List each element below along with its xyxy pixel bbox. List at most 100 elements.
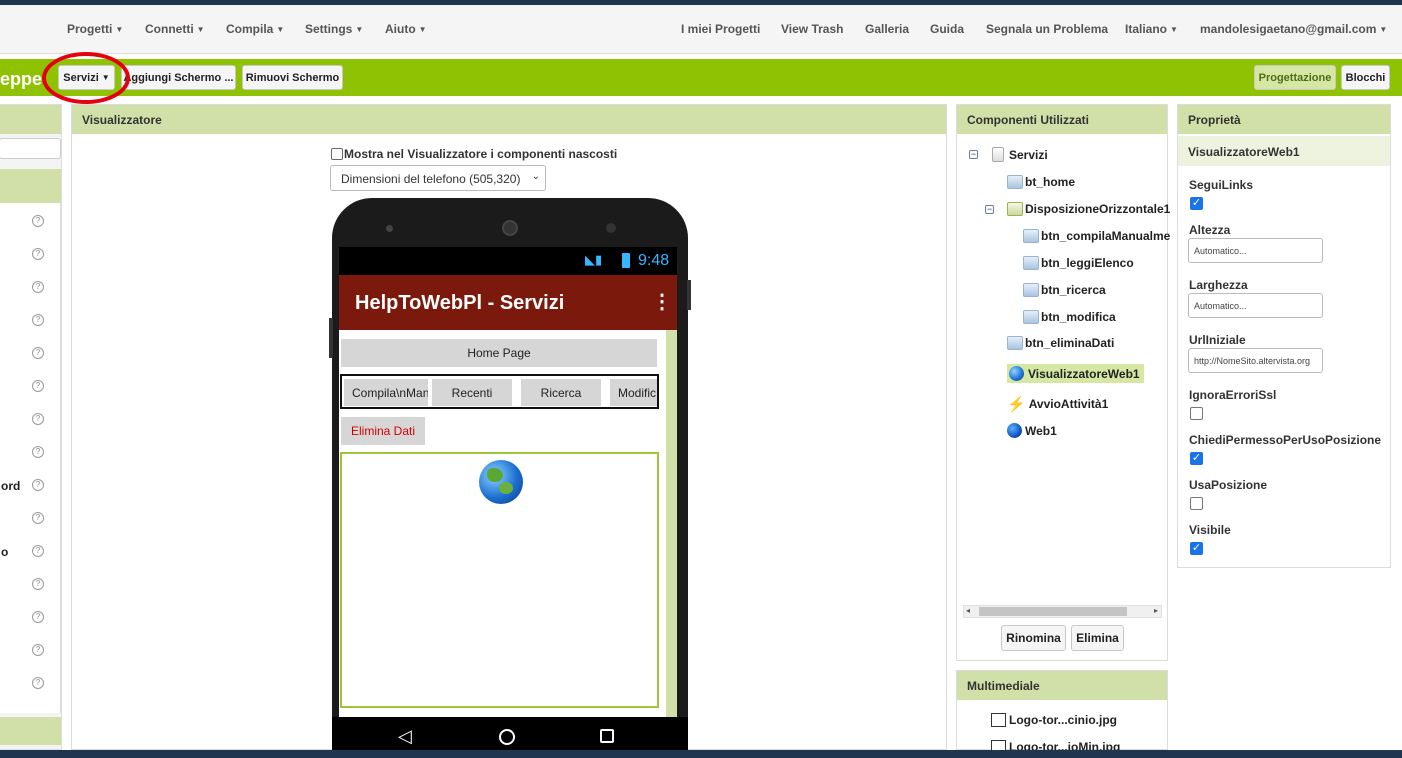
help-icon[interactable]: ? (32, 413, 44, 425)
help-icon[interactable]: ? (32, 677, 44, 689)
palette-item[interactable]: ? (0, 378, 57, 398)
help-icon[interactable]: ? (32, 545, 44, 557)
help-icon[interactable]: ? (32, 248, 44, 260)
menu-aiuto[interactable]: Aiuto ▼ (385, 22, 427, 36)
scroll-left-icon[interactable]: ◂ (966, 606, 970, 615)
collapse-icon[interactable]: − (969, 150, 978, 159)
btn-compila-button[interactable]: Compila\nManu (344, 379, 428, 406)
help-icon[interactable]: ? (32, 578, 44, 590)
tree-item-webviewer-selected[interactable]: VisualizzatoreWeb1 (1007, 364, 1144, 383)
palette-item[interactable]: ? (0, 312, 57, 332)
recents-icon[interactable] (600, 729, 614, 743)
menu-progetti[interactable]: Progetti ▼ (67, 22, 123, 36)
btn-ricerca-button[interactable]: Ricerca (521, 379, 601, 406)
ignore-ssl-checkbox[interactable] (1190, 407, 1203, 420)
link-gallery[interactable]: Galleria (865, 22, 909, 36)
blocks-button[interactable]: Blocchi (1341, 65, 1390, 90)
language-label: Italiano (1125, 22, 1168, 36)
help-icon[interactable]: ? (32, 215, 44, 227)
link-view-trash[interactable]: View Trash (781, 22, 843, 36)
palette-item[interactable]: ? (0, 675, 57, 695)
visible-checkbox[interactable]: ✓ (1190, 542, 1203, 555)
language-menu[interactable]: Italiano ▼ (1125, 22, 1178, 36)
delete-button[interactable]: Elimina (1071, 625, 1124, 651)
sensor-icon (606, 223, 616, 233)
palette-item[interactable]: o? (0, 543, 57, 563)
palette-item[interactable]: ? (0, 444, 57, 464)
media-item[interactable]: Logo-tor...cinio.jpg (991, 713, 1117, 727)
show-hidden-checkbox[interactable] (331, 148, 343, 160)
palette-item[interactable]: ? (0, 411, 57, 431)
palette-item[interactable]: ? (0, 246, 57, 266)
phone-size-value: Dimensioni del telefono (505,320) (341, 172, 521, 186)
tree-item-web1[interactable]: Web1 (1007, 423, 1057, 438)
add-screen-button[interactable]: Aggiungi Schermo ... (121, 65, 236, 90)
components-scrollbar[interactable]: ◂ ▸ (963, 605, 1162, 618)
webviewer-icon (1009, 366, 1024, 381)
prompt-location-checkbox[interactable]: ✓ (1190, 452, 1203, 465)
help-icon[interactable]: ? (32, 314, 44, 326)
btn-elimina-dati-button[interactable]: Elimina Dati (341, 417, 425, 445)
palette-item[interactable]: ord? (0, 477, 57, 497)
palette-category-header[interactable] (0, 717, 61, 745)
follow-links-checkbox[interactable]: ✓ (1190, 197, 1203, 210)
globe-icon (479, 460, 523, 504)
link-report-problem[interactable]: Segnala un Problema (986, 22, 1108, 36)
show-hidden-label: Mostra nel Visualizzatore i componenti n… (344, 147, 618, 161)
scrollbar-thumb[interactable] (979, 607, 1127, 616)
tree-item-bt-home[interactable]: bt_home (1007, 175, 1075, 189)
components-header: Componenti Utilizzati (957, 105, 1167, 134)
tree-item-btn-modifica[interactable]: btn_modifica (1023, 310, 1116, 324)
rename-button[interactable]: Rinomina (1001, 625, 1066, 651)
link-guide[interactable]: Guida (930, 22, 964, 36)
tree-item-horizontal-arrangement[interactable]: DisposizioneOrizzontale1 (1007, 202, 1170, 216)
tree-item-servizi[interactable]: Servizi (992, 147, 1048, 162)
screen-select-button[interactable]: Servizi ▼ (58, 65, 115, 90)
collapse-icon[interactable]: − (985, 205, 994, 214)
tree-item-btn-elimina[interactable]: btn_eliminaDati (1007, 336, 1114, 350)
palette-item[interactable]: ? (0, 510, 57, 530)
home-url-input[interactable]: http://NomeSito.altervista.org (1188, 348, 1323, 373)
palette-item[interactable]: ? (0, 279, 57, 299)
tree-item-btn-ricerca[interactable]: btn_ricerca (1023, 283, 1106, 297)
help-icon[interactable]: ? (32, 380, 44, 392)
help-icon[interactable]: ? (32, 644, 44, 656)
tree-item-activity-starter[interactable]: ⚡ AvvioAttività1 (1007, 395, 1108, 413)
tree-item-btn-leggi[interactable]: btn_leggiElenco (1023, 256, 1134, 270)
palette-category-header[interactable] (0, 169, 61, 203)
home-icon[interactable] (499, 729, 515, 745)
btn-recenti-button[interactable]: Recenti (432, 379, 512, 406)
bt-home-button[interactable]: Home Page (341, 339, 657, 367)
width-input[interactable]: Automatico... (1188, 293, 1323, 318)
tree-item-btn-compila[interactable]: btn_compilaManualme (1023, 229, 1170, 243)
menu-settings[interactable]: Settings ▼ (305, 22, 363, 36)
help-icon[interactable]: ? (32, 512, 44, 524)
use-location-checkbox[interactable] (1190, 497, 1203, 510)
tree-item-label: btn_modifica (1041, 310, 1116, 324)
help-icon[interactable]: ? (32, 347, 44, 359)
prop-label-ignore-ssl: IgnoraErroriSsl (1189, 388, 1277, 402)
palette-item[interactable]: ? (0, 345, 57, 365)
webviewer-preview[interactable] (340, 452, 659, 708)
link-my-projects[interactable]: I miei Progetti (681, 22, 760, 36)
back-icon[interactable]: ◁ (398, 726, 412, 747)
palette-search-input[interactable] (0, 138, 61, 159)
scroll-right-icon[interactable]: ▸ (1154, 606, 1158, 615)
palette-item[interactable]: ? (0, 609, 57, 629)
help-icon[interactable]: ? (32, 611, 44, 623)
height-input[interactable]: Automatico... (1188, 238, 1323, 263)
remove-screen-button[interactable]: Rimuovi Schermo (242, 65, 343, 90)
help-icon[interactable]: ? (32, 281, 44, 293)
menu-connetti[interactable]: Connetti ▼ (145, 22, 205, 36)
designer-button[interactable]: Progettazione (1254, 65, 1336, 90)
menu-compila[interactable]: Compila ▼ (226, 22, 284, 36)
account-menu[interactable]: mandolesigaetano@gmail.com ▼ (1200, 22, 1387, 36)
palette-item[interactable]: ? (0, 642, 57, 662)
help-icon[interactable]: ? (32, 446, 44, 458)
palette-item[interactable]: ? (0, 213, 57, 233)
btn-modifica-button[interactable]: Modific (610, 379, 657, 406)
palette-item[interactable]: ? (0, 576, 57, 596)
overflow-menu-icon[interactable]: ⋮ (652, 289, 672, 314)
help-icon[interactable]: ? (32, 479, 44, 491)
phone-size-select[interactable]: Dimensioni del telefono (505,320) ⌄ (330, 165, 546, 191)
